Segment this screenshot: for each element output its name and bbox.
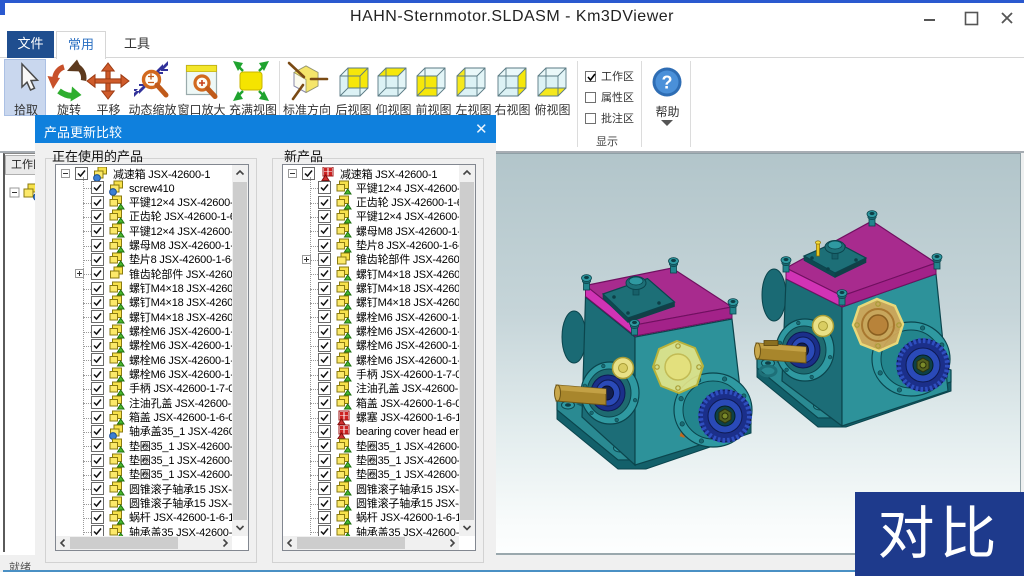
- svg-text:?: ?: [662, 73, 673, 93]
